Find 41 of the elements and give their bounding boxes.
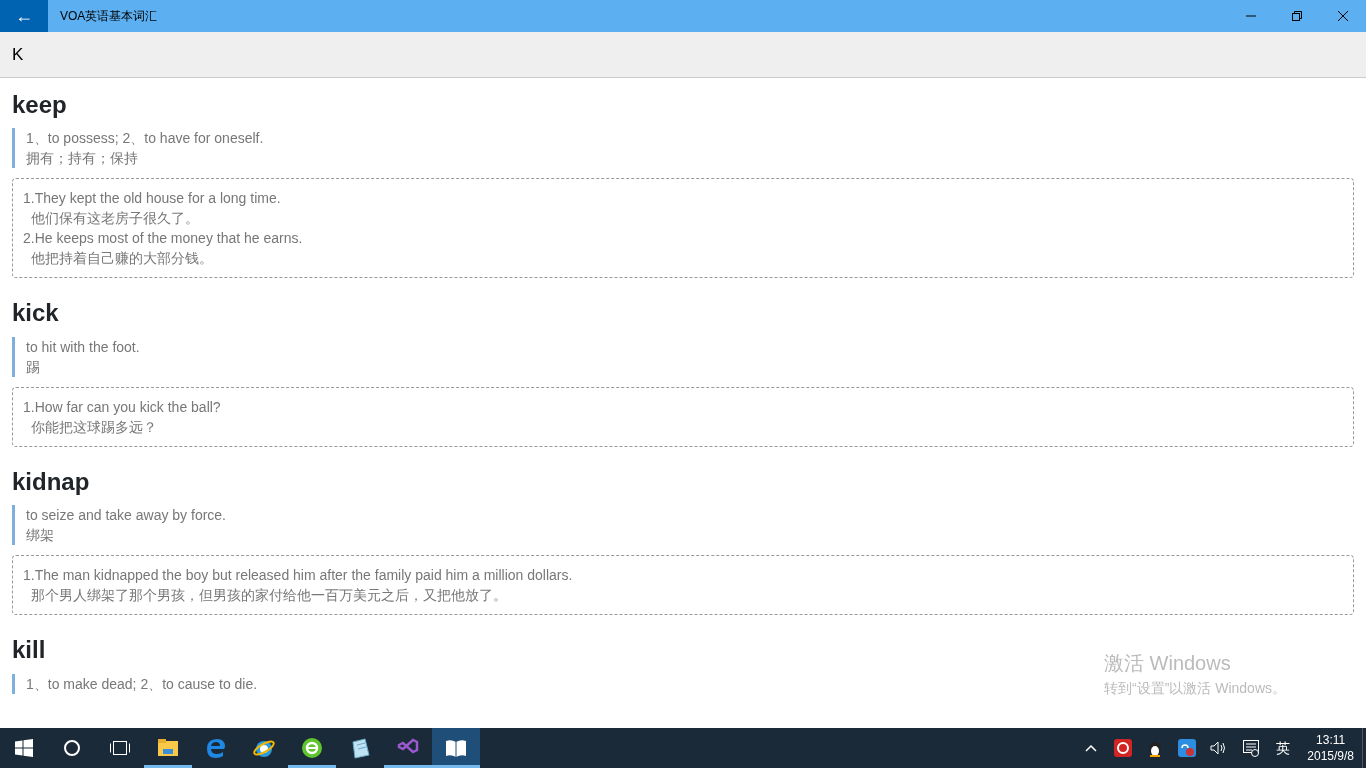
- definition-translation: 绑架: [26, 526, 54, 546]
- folder-icon: [157, 737, 179, 759]
- word-heading: kill: [12, 637, 46, 664]
- task-view-icon: [109, 740, 131, 756]
- example-sentence: 1.How far can you kick the ball?: [23, 397, 221, 417]
- word-heading: kidnap: [12, 468, 90, 496]
- word-heading: keep: [12, 92, 67, 119]
- penguin-icon[interactable]: [1147, 739, 1164, 757]
- example-translation: 你能把这球踢多远？: [30, 417, 157, 437]
- activation-title: 激活 Windows: [1104, 651, 1232, 676]
- notepad-icon: [349, 737, 371, 759]
- definition-text: to hit with the foot.: [26, 337, 140, 357]
- example-sentence: 2.He keeps most of the money that he earns.: [23, 229, 303, 249]
- e-letter-icon: [205, 737, 227, 759]
- definition-text: 1、to possess; 2、to have for oneself.: [26, 129, 264, 149]
- music-app-icon[interactable]: [1114, 739, 1133, 757]
- input-method-indicator[interactable]: 英: [1267, 728, 1300, 768]
- word-heading: kick: [12, 300, 59, 327]
- chevron-up-icon[interactable]: [1085, 744, 1098, 752]
- back-button[interactable]: ←: [0, 0, 48, 32]
- example-translation: 那个男人绑架了那个男孩，但男孩的家付给他一百万美元之后，又把他放了。: [30, 586, 507, 606]
- example-sentence: 1.They kept the old house for a long time.: [23, 189, 281, 209]
- circle-icon: [63, 739, 81, 757]
- clock[interactable]: 13:11 2015/9/8: [1299, 732, 1362, 764]
- notification-icon[interactable]: [1242, 739, 1261, 757]
- definition-text: 1、to make dead; 2、to cause to die.: [26, 674, 258, 694]
- restore-icon: [1291, 10, 1303, 22]
- search-field[interactable]: K: [12, 41, 312, 68]
- open-book-icon: [445, 737, 467, 759]
- taskbar-app-button[interactable]: [432, 728, 480, 768]
- definition-translation: 踢: [26, 357, 40, 377]
- example-sentence: 1.The man kidnapped the boy but released him after the family paid him a million dollars.: [23, 566, 573, 586]
- close-icon: [1337, 10, 1349, 22]
- example-translation: 他把持着自己赚的大部分钱。: [30, 249, 213, 269]
- window-title: VOA英语基本词汇: [60, 8, 158, 25]
- e-circle-icon: [301, 737, 323, 759]
- windows-logo-icon: [15, 739, 33, 757]
- activation-message: 转到“设置”以激活 Windows。: [1104, 679, 1286, 698]
- definition-translation: 拥有；持有；保持: [26, 149, 138, 169]
- example-translation: 他们保有这老房子很久了。: [30, 209, 199, 229]
- definition-text: to seize and take away by force.: [26, 506, 226, 526]
